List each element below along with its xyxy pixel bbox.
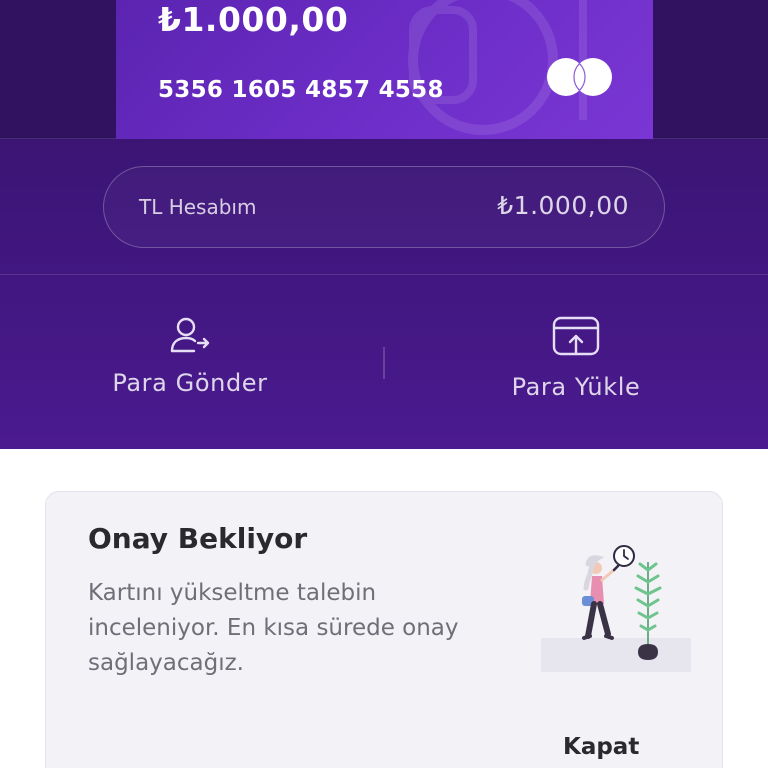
account-name: TL Hesabım: [139, 195, 257, 219]
send-money-button[interactable]: Para Gönder: [40, 315, 340, 415]
account-header: ₺1.000,00 5356 1605 4857 4558 TL Hesabım…: [0, 0, 768, 449]
user-send-icon: [170, 317, 210, 353]
approval-pending-card: Onay Bekliyor Kartını yükseltme talebin …: [45, 491, 723, 768]
account-balance: ₺1.000,00: [497, 191, 629, 220]
waiting-woman-illustration-icon: [582, 545, 662, 660]
close-button[interactable]: Kapat: [563, 734, 639, 760]
actions-divider: [383, 347, 385, 379]
card-balance: ₺1.000,00: [158, 0, 349, 39]
quick-actions: Para Gönder Para Yükle: [0, 275, 768, 449]
send-money-label: Para Gönder: [112, 369, 268, 397]
load-money-label: Para Yükle: [511, 373, 641, 401]
bank-card[interactable]: ₺1.000,00 5356 1605 4857 4558: [116, 0, 653, 139]
upload-card-icon: [552, 316, 600, 356]
mastercard-logo-icon: [547, 58, 612, 96]
card-number: 5356 1605 4857 4558: [158, 77, 444, 103]
notice-body: Kartını yükseltme talebin inceleniyor. E…: [88, 580, 459, 676]
load-money-button[interactable]: Para Yükle: [426, 315, 726, 415]
notice-title: Onay Bekliyor: [88, 522, 308, 555]
card-carousel[interactable]: ₺1.000,00 5356 1605 4857 4558: [0, 0, 768, 139]
account-summary: TL Hesabım ₺1.000,00: [0, 139, 768, 275]
account-selector[interactable]: TL Hesabım ₺1.000,00: [103, 166, 665, 248]
